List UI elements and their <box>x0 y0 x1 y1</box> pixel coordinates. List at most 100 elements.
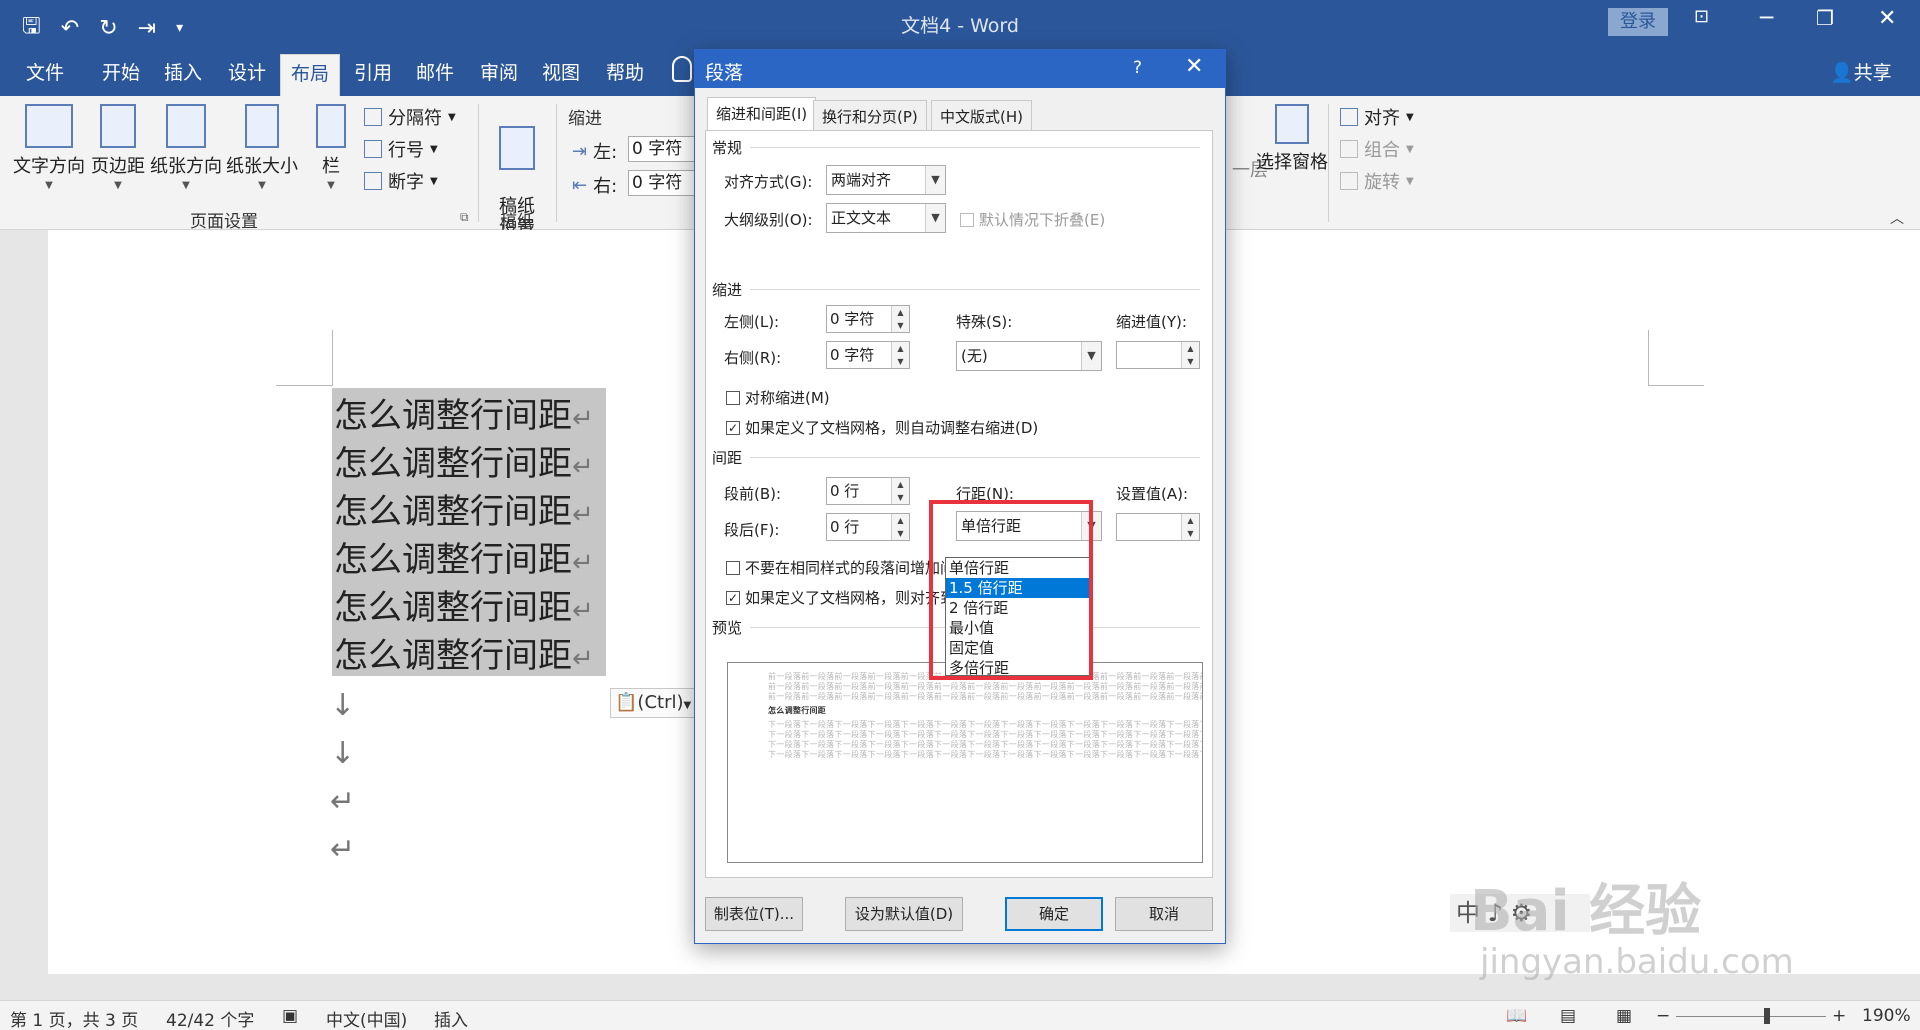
ribbon-display-icon[interactable]: ⊡ <box>1694 6 1709 27</box>
doc-paragraph[interactable]: 怎么调整行间距↵ <box>332 628 606 676</box>
tab-review[interactable]: 审阅 <box>480 58 518 85</box>
outline-level-select[interactable]: 正文文本 ▼ <box>826 203 946 233</box>
margins-button[interactable]: 页边距 ▼ <box>90 104 146 191</box>
doc-paragraph[interactable]: 怎么调整行间距↵ <box>332 532 606 580</box>
mirror-indents-checkbox[interactable]: 对称缩进(M) <box>726 387 830 408</box>
line-spacing-select[interactable]: 单倍行距 ▼ <box>956 511 1102 541</box>
tab-design[interactable]: 设计 <box>228 58 266 85</box>
spinner-arrows-icon[interactable]: ▲ ▼ <box>1181 514 1199 540</box>
space-after-spinner[interactable]: 0 行 ▲ ▼ <box>826 513 910 541</box>
spinner-arrows-icon[interactable]: ▲ ▼ <box>891 306 909 332</box>
indent-by-spinner[interactable]: ▲ ▼ <box>1116 341 1200 369</box>
close-window-icon[interactable]: ✕ <box>1878 6 1896 31</box>
chevron-down-icon: ▼ <box>327 180 335 191</box>
tab-insert[interactable]: 插入 <box>164 58 202 85</box>
collapse-ribbon-icon[interactable]: ︿ <box>1890 208 1904 228</box>
hyphenation-button[interactable]: 断字 ▼ <box>364 168 438 194</box>
spacing-at-spinner[interactable]: ▲ ▼ <box>1116 513 1200 541</box>
line-spacing-option[interactable]: 1.5 倍行距 <box>946 578 1090 598</box>
zoom-in-icon[interactable]: + <box>1832 1006 1846 1026</box>
share-button[interactable]: 👤共享 <box>1830 58 1892 85</box>
chevron-down-icon: ▼ <box>430 143 438 155</box>
page-count[interactable]: 第 1 页，共 3 页 <box>10 1006 138 1030</box>
zoom-level[interactable]: 190% <box>1862 1006 1911 1026</box>
spinner-arrows-icon[interactable]: ▲ ▼ <box>891 342 909 368</box>
paste-options-button[interactable]: 📋(Ctrl)▼ <box>610 688 698 718</box>
line-spacing-option[interactable]: 固定值 <box>946 638 1090 658</box>
read-mode-icon[interactable]: 📖 <box>1506 1006 1527 1026</box>
orientation-button[interactable]: 纸张方向 ▼ <box>150 104 222 191</box>
doc-paragraph[interactable]: 怎么调整行间距↵ <box>332 436 606 484</box>
print-layout-icon[interactable]: ▤ <box>1560 1006 1576 1026</box>
doc-paragraph[interactable]: 怎么调整行间距↵ <box>332 388 606 436</box>
dialog-title-bar[interactable]: 段落 ? ✕ <box>695 50 1225 88</box>
line-spacing-option[interactable]: 多倍行距 <box>946 658 1090 678</box>
rotate-button[interactable]: 旋转 ▼ <box>1340 168 1414 194</box>
web-layout-icon[interactable]: ▦ <box>1616 1006 1632 1026</box>
line-numbers-button[interactable]: 行号 ▼ <box>364 136 438 162</box>
no-space-same-style-checkbox[interactable]: 不要在相同样式的段落间增加间 <box>726 557 955 578</box>
space-before-spinner[interactable]: 0 行 ▲ ▼ <box>826 477 910 505</box>
indent-left-input[interactable]: 0 字符 <box>628 136 698 162</box>
cancel-button[interactable]: 取消 <box>1115 897 1213 931</box>
line-spacing-option[interactable]: 单倍行距 <box>946 558 1090 578</box>
indent-left-spinner[interactable]: 0 字符 ▲ ▼ <box>826 305 910 333</box>
tabs-button[interactable]: 制表位(T)... <box>705 897 803 931</box>
tab-view[interactable]: 视图 <box>542 58 580 85</box>
columns-button[interactable]: 栏 ▼ <box>312 104 350 191</box>
ok-button[interactable]: 确定 <box>1005 897 1103 931</box>
tab-mailings[interactable]: 邮件 <box>416 58 454 85</box>
tab-asian-typography[interactable]: 中文版式(H) <box>931 100 1032 130</box>
doc-paragraph[interactable]: 怎么调整行间距↵ <box>332 484 606 532</box>
tab-layout[interactable]: 布局 <box>280 54 341 96</box>
tell-me-lightbulb-icon[interactable] <box>672 56 692 82</box>
restore-icon[interactable]: ❐ <box>1816 6 1834 30</box>
checkbox-box: ✓ <box>726 590 740 605</box>
word-count[interactable]: 42/42 个字 <box>166 1006 254 1030</box>
indent-right-input[interactable]: 0 字符 <box>628 170 698 196</box>
group-button[interactable]: 组合 ▼ <box>1340 136 1414 162</box>
tab-file[interactable]: 文件 <box>26 58 64 85</box>
dialog-launcher-icon[interactable]: ⧉ <box>460 210 469 225</box>
special-select[interactable]: (无) ▼ <box>956 341 1102 371</box>
checkbox-box: ✓ <box>726 420 740 435</box>
set-default-button[interactable]: 设为默认值(D) <box>845 897 963 931</box>
zoom-out-icon[interactable]: − <box>1656 1006 1670 1026</box>
language[interactable]: 中文(中国) <box>326 1006 407 1030</box>
proofing-icon[interactable]: ▣ <box>282 1006 298 1026</box>
title-bar: 🖫 ↶ ↻ ⇥ ▾ 文档4 - Word 登录 ⊡ ─ ❐ ✕ <box>0 0 1920 46</box>
zoom-slider-track[interactable] <box>1676 1016 1826 1017</box>
selection-pane-button[interactable]: 选择窗格 <box>1256 104 1328 174</box>
snap-to-grid-checkbox[interactable]: ✓ 如果定义了文档网格，则对齐到 <box>726 587 955 608</box>
spinner-arrows-icon[interactable]: ▲ ▼ <box>891 478 909 504</box>
paragraph-text: 怎么调整行间距 <box>334 588 572 628</box>
close-icon[interactable]: ✕ <box>1185 54 1203 79</box>
tab-references[interactable]: 引用 <box>354 58 392 85</box>
chevron-down-icon[interactable]: ▼ <box>1081 512 1101 540</box>
line-spacing-option[interactable]: 2 倍行距 <box>946 598 1090 618</box>
login-button[interactable]: 登录 <box>1608 8 1668 36</box>
tab-help[interactable]: 帮助 <box>606 58 644 85</box>
spinner-arrows-icon[interactable]: ▲ ▼ <box>1181 342 1199 368</box>
tab-line-page-breaks[interactable]: 换行和分页(P) <box>813 100 927 130</box>
tab-indents-spacing[interactable]: 缩进和间距(I) <box>707 97 817 131</box>
size-button[interactable]: 纸张大小 ▼ <box>226 104 298 191</box>
zoom-slider-thumb[interactable] <box>1764 1008 1770 1024</box>
tab-home[interactable]: 开始 <box>102 58 140 85</box>
help-icon[interactable]: ? <box>1133 58 1142 78</box>
breaks-button[interactable]: 分隔符 ▼ <box>364 104 456 130</box>
minimize-icon[interactable]: ─ <box>1760 6 1773 31</box>
alignment-select[interactable]: 两端对齐 ▼ <box>826 165 946 195</box>
doc-paragraph[interactable]: 怎么调整行间距↵ <box>332 580 606 628</box>
insert-mode[interactable]: 插入 <box>434 1006 468 1030</box>
text-direction-button[interactable]: 文字方向 ▼ <box>12 104 86 191</box>
indent-right-spinner[interactable]: 0 字符 ▲ ▼ <box>826 341 910 369</box>
text-direction-label: 文字方向 <box>13 156 85 177</box>
paragraph-mark: ↵ <box>572 452 594 482</box>
auto-adjust-indent-checkbox[interactable]: ✓ 如果定义了文档网格，则自动调整右缩进(D) <box>726 417 1038 438</box>
indent-right-dlg-label: 右侧(R): <box>724 349 782 367</box>
spinner-arrows-icon[interactable]: ▲ ▼ <box>891 514 909 540</box>
line-spacing-option[interactable]: 最小值 <box>946 618 1090 638</box>
collapse-default-checkbox[interactable]: 默认情况下折叠(E) <box>960 209 1105 230</box>
align-button[interactable]: 对齐 ▼ <box>1340 104 1414 130</box>
